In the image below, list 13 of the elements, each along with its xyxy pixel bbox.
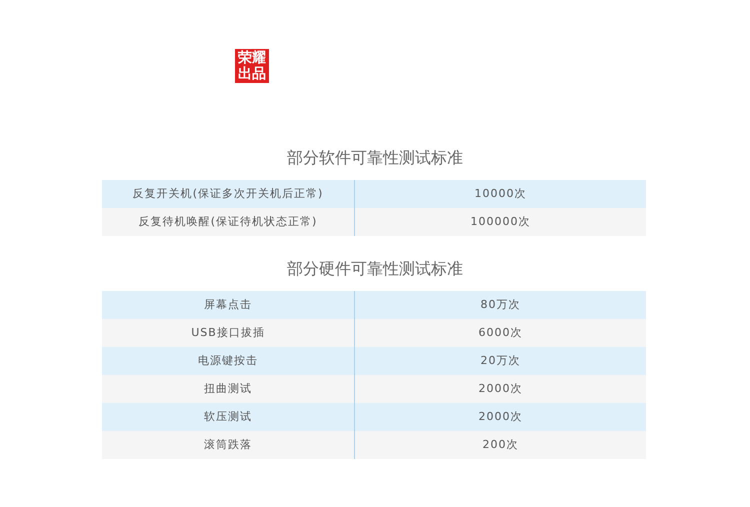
seal-logo: 荣耀出品 — [235, 49, 269, 83]
table-cell-text: 10000次 — [474, 186, 528, 202]
table-cell-text: 200次 — [482, 437, 520, 453]
table-cell-text: 80万次 — [480, 297, 522, 313]
table-cell-text: 6000次 — [478, 325, 524, 341]
table-cell: 滚筒跌落 — [102, 431, 355, 459]
table-cell: 反复待机唤醒(保证待机状态正常) — [102, 208, 355, 236]
table-cell-text: 20万次 — [480, 353, 522, 369]
table-cell-text: 2000次 — [478, 409, 524, 425]
table-cell-text: 2000次 — [478, 381, 524, 397]
table-cell-text: 100000次 — [470, 214, 532, 230]
section-title: 部分软件可靠性测试标准 — [286, 147, 464, 169]
section-title: 部分硬件可靠性测试标准 — [286, 258, 464, 280]
